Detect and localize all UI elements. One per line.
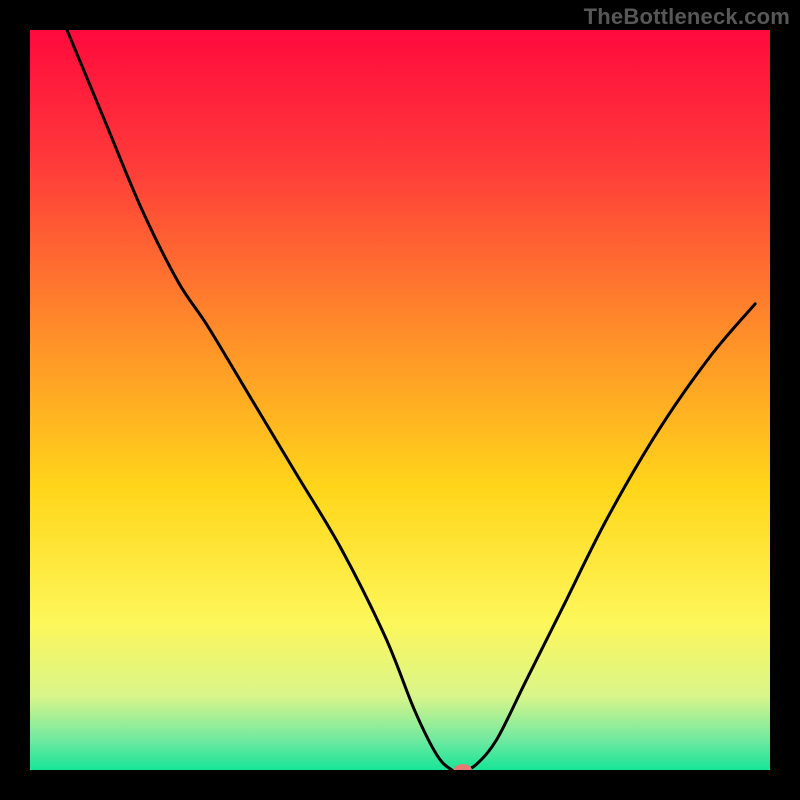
bottleneck-chart [0,0,800,800]
gradient-background [30,30,770,770]
optimal-point-marker [454,764,472,776]
attribution-text: TheBottleneck.com [584,4,790,30]
chart-frame: TheBottleneck.com [0,0,800,800]
